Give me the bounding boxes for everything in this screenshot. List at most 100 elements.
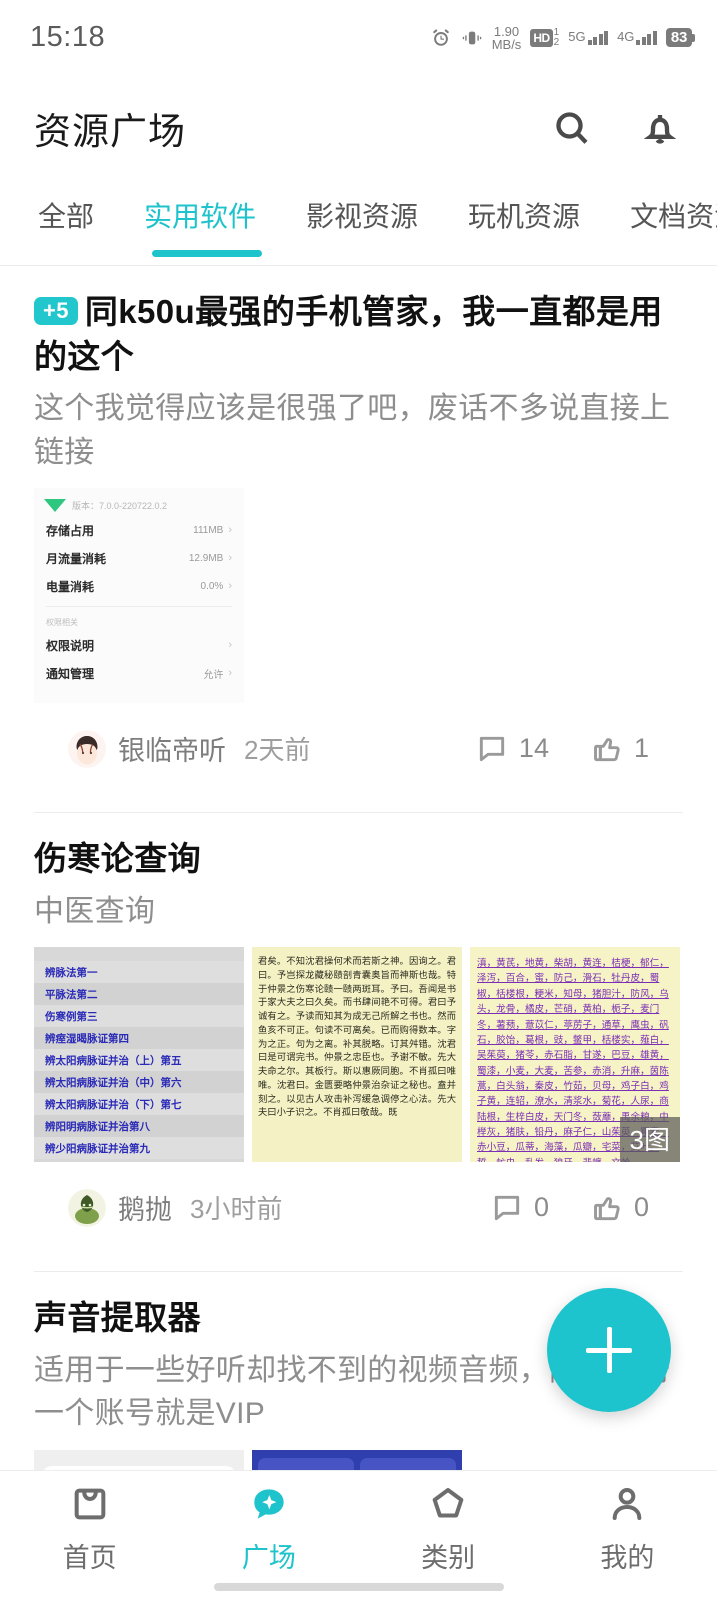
chapter-item: 辨太阳病脉证并治（下）第七 (34, 1093, 244, 1116)
chevron-right-icon: › (228, 552, 232, 565)
thumbnail-classical-text: 君矣。不知沈君操何术而若斯之神。因询之。君曰。予岂探龙藏秘赜剖青囊奥旨而神斯也哉… (252, 947, 462, 1163)
thumb-row-label: 通知管理 (46, 666, 95, 681)
nav-item-plaza[interactable]: 广场 (179, 1471, 358, 1600)
thumb-row-label: 月流量消耗 (46, 551, 107, 566)
inbox-icon (70, 1482, 110, 1526)
chapter-item: 辨阳明病脉证并治第八 (34, 1115, 244, 1138)
network-speed-value: 1.90 (493, 23, 520, 39)
post-meta: 银临帝听 2天前 14 1 (34, 703, 683, 792)
thumbnail-count-badge: 3图 (619, 1117, 680, 1163)
post-title-text: 同k50u最强的手机管家，我一直都是用的这个 (34, 293, 663, 375)
thumb-version-row: 版本：7.0.0-220722.0.2 (34, 494, 244, 516)
battery-icon: 83 (665, 28, 695, 47)
thumb-row: 通知管理 允许 › (34, 659, 244, 687)
thumbnail-settings-screenshot: 版本：7.0.0-220722.0.2 存储占用 111MB › 月流量消耗 12… (34, 488, 244, 704)
thumb-row-value: 111MB (193, 524, 224, 536)
avatar[interactable] (68, 1188, 106, 1227)
hd-sim-indicator: 1 2 (553, 26, 560, 48)
header-actions (549, 105, 683, 151)
post-card[interactable]: +5 同k50u最强的手机管家，我一直都是用的这个 这个我觉得应该是很强了吧，废话… (0, 266, 717, 792)
tab-active-indicator (152, 250, 262, 257)
comment-stat[interactable]: 0 (491, 1192, 549, 1224)
nav-label-profile: 我的 (600, 1543, 655, 1573)
nav-label-plaza: 广场 (241, 1543, 296, 1573)
nav-item-profile[interactable]: 我的 (538, 1471, 717, 1600)
thumb-row: 电量消耗 0.0% › (34, 572, 244, 600)
app-screen: 15:18 1.90 MB/s HD 1 2 5G 4G 83 资源广场 全部 … (0, 0, 717, 1600)
tab-device-resources[interactable]: 玩机资源 (468, 195, 580, 235)
comment-stat[interactable]: 14 (476, 733, 549, 765)
create-post-fab[interactable] (547, 1288, 671, 1412)
avatar[interactable] (68, 729, 106, 768)
alarm-icon (430, 27, 452, 49)
post-thumbnail[interactable]: 君矣。不知沈君操何术而若斯之神。因询之。君曰。予岂探龙藏秘赜剖青囊奥旨而神斯也哉… (252, 947, 462, 1163)
signal-4g-bars (636, 30, 657, 45)
thumb-row-value: 12.9MB (188, 552, 224, 564)
post-thumbnail[interactable]: 版本：7.0.0-220722.0.2 存储占用 111MB › 月流量消耗 12… (34, 488, 244, 704)
like-count: 1 (633, 733, 649, 764)
post-subtitle: 这个我觉得应该是很强了吧，废话不多说直接上链接 (34, 392, 671, 469)
like-stat[interactable]: 0 (591, 1192, 649, 1224)
thumb-row-label: 权限说明 (46, 638, 95, 653)
post-subtitle: 中医查询 (34, 894, 156, 928)
like-stat[interactable]: 1 (591, 733, 649, 765)
nav-item-home[interactable]: 首页 (0, 1471, 179, 1600)
like-count: 0 (633, 1192, 649, 1223)
post-card[interactable]: 伤寒论查询 中医查询 辨脉法第一 平脉法第二 伤寒例第三 辨痓湿暍脉证第四 辨太… (0, 813, 717, 1251)
hd-sim-bottom: 2 (553, 36, 560, 48)
post-stats: 14 1 (476, 733, 649, 765)
chevron-right-icon: › (228, 524, 232, 537)
signal-5g-icon: 5G (568, 28, 609, 45)
thumb-version-text: 版本：7.0.0-220722.0.2 (72, 500, 168, 511)
nav-item-category[interactable]: 类别 (359, 1471, 538, 1600)
thumbs-up-icon (594, 737, 620, 761)
post-meta: 鹅抛 3小时前 0 0 (34, 1162, 683, 1251)
nav-label-category: 类别 (421, 1543, 476, 1573)
hd-sim-top: 1 (553, 26, 560, 38)
pentagon-icon (428, 1482, 468, 1526)
chapter-item: 辨痓湿暍脉证第四 (34, 1027, 244, 1050)
status-icons: 1.90 MB/s HD 1 2 5G 4G 83 (430, 25, 695, 51)
post-author[interactable]: 鹅抛 (118, 1188, 172, 1227)
bell-icon[interactable] (637, 105, 683, 151)
status-bar: 15:18 1.90 MB/s HD 1 2 5G 4G 83 (0, 0, 717, 75)
post-time: 2天前 (244, 735, 311, 766)
signal-5g-label: 5G (568, 28, 586, 44)
tab-video-resources[interactable]: 影视资源 (306, 195, 418, 235)
search-icon[interactable] (549, 105, 595, 151)
comment-count: 0 (533, 1192, 549, 1223)
network-speed: 1.90 MB/s (492, 25, 522, 51)
chapter-item: 辨少阳病脉证并治第九 (34, 1137, 244, 1160)
post-time: 3小时前 (190, 1194, 283, 1225)
signal-4g-icon: 4G (617, 28, 657, 45)
comment-icon (479, 736, 505, 761)
thumb-row: 权限说明 › (34, 631, 244, 659)
post-title: +5 同k50u最强的手机管家，我一直都是用的这个 (34, 290, 683, 379)
tab-document-resources[interactable]: 文档资源 (630, 195, 717, 235)
post-author[interactable]: 银临帝听 (118, 729, 226, 768)
post-thumbnails: 辨脉法第一 平脉法第二 伤寒例第三 辨痓湿暍脉证第四 辨太阳病脉证并治（上）第五… (34, 947, 683, 1163)
tab-all[interactable]: 全部 (38, 195, 94, 235)
signal-5g-bars (587, 30, 609, 45)
signal-4g-label: 4G (617, 28, 635, 44)
chapter-item: 辨太阳病脉证并治（中）第六 (34, 1071, 244, 1094)
person-icon (607, 1482, 647, 1526)
battery-tip (692, 33, 695, 42)
post-thumbnails: 版本：7.0.0-220722.0.2 存储占用 111MB › 月流量消耗 12… (34, 488, 683, 704)
chapter-item: 平脉法第二 (34, 983, 244, 1006)
post-thumbnail[interactable]: 辨脉法第一 平脉法第二 伤寒例第三 辨痓湿暍脉证第四 辨太阳病脉证并治（上）第五… (34, 947, 244, 1163)
tab-useful-software[interactable]: 实用软件 (144, 195, 256, 235)
chevron-right-icon: › (228, 667, 232, 680)
post-stats: 0 0 (491, 1192, 649, 1224)
home-indicator (213, 1583, 504, 1591)
app-header: 资源广场 (0, 75, 717, 180)
thumb-row: 存储占用 111MB › (34, 516, 244, 544)
category-tabs: 全部 实用软件 影视资源 玩机资源 文档资源 (0, 180, 717, 265)
chevron-right-icon: › (228, 639, 232, 652)
thumb-divider (46, 606, 232, 608)
thumb-row: 月流量消耗 12.9MB › (34, 544, 244, 572)
plaza-icon (249, 1482, 289, 1526)
post-title: 伤寒论查询 (34, 840, 201, 878)
chapter-item: 伤寒例第三 (34, 1005, 244, 1028)
post-thumbnail[interactable]: 滇，黄芪，地黄，柴胡，黄连，桔梗，郁仁，泽泻，百合，蜜，防己，滑石，牡丹皮，蜀椒… (470, 947, 680, 1163)
